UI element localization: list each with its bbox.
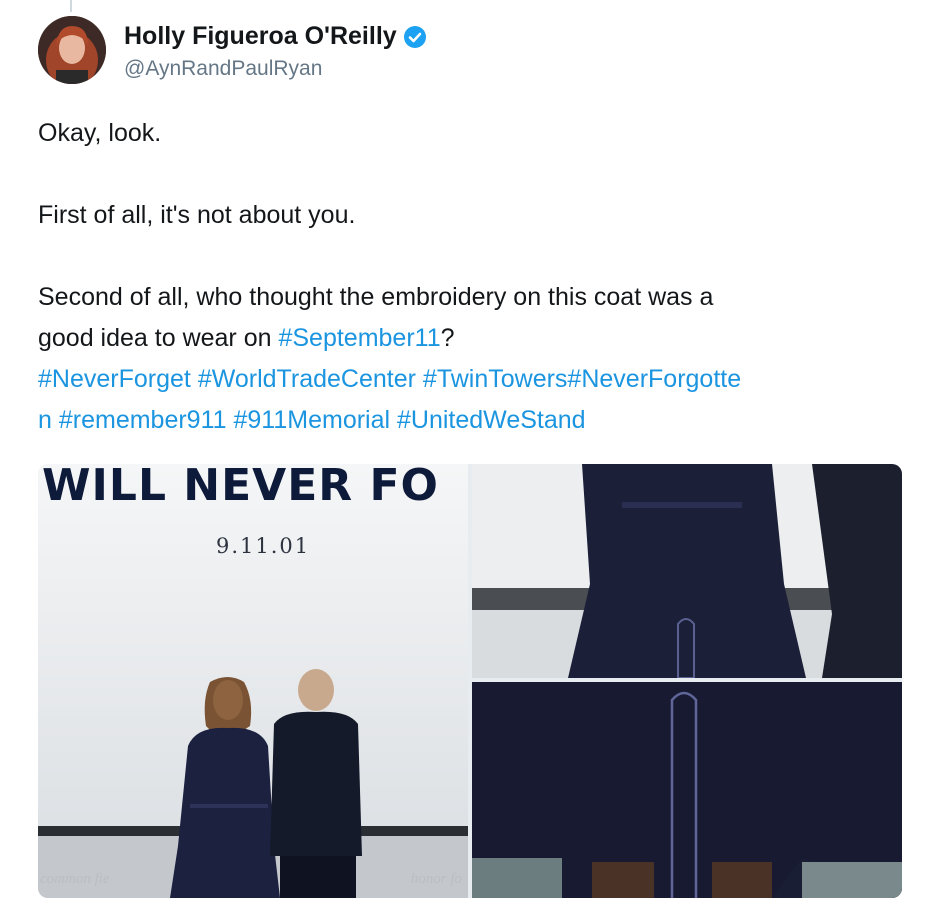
wall-inscription-left: common fie xyxy=(40,871,110,887)
tweet-paragraph-2: First of all, it's not about you. xyxy=(38,201,356,229)
author-handle[interactable]: @AynRandPaulRyan xyxy=(124,57,427,81)
question-mark: ? xyxy=(440,324,455,352)
media-photo-coat-back[interactable] xyxy=(472,464,902,678)
media-photo-coat-closeup[interactable] xyxy=(472,682,902,898)
tweet-paragraph-3: Second of all, who thought the embroider… xyxy=(38,277,898,441)
coat-back-illustration xyxy=(472,464,902,678)
verified-badge-icon xyxy=(403,25,426,48)
wall-inscription-right: honor fo xyxy=(410,871,462,887)
hashtag-link[interactable]: #911Memorial xyxy=(234,406,391,434)
media-grid: WILL NEVER FO 9.11.01 common fie honor f… xyxy=(38,464,902,898)
tweet-header: Holly Figueroa O'Reilly @AynRandPaulRyan xyxy=(38,16,888,86)
author-display-name[interactable]: Holly Figueroa O'Reilly xyxy=(124,22,397,50)
hashtag-link-continuation[interactable]: n xyxy=(38,406,52,434)
hashtag-link[interactable]: #TwinTowers xyxy=(423,365,568,393)
avatar-image xyxy=(38,16,106,84)
hashtag-link[interactable]: #WorldTradeCenter xyxy=(198,365,416,393)
hashtag-link[interactable]: #NeverForget xyxy=(38,365,191,393)
hashtag-link[interactable]: #NeverForgotte xyxy=(567,365,741,393)
tweet-paragraph-3-line-2: good idea to wear on xyxy=(38,324,279,352)
hashtag-link[interactable]: #UnitedWeStand xyxy=(397,406,586,434)
avatar[interactable] xyxy=(38,16,106,84)
tweet[interactable]: Holly Figueroa O'Reilly @AynRandPaulRyan… xyxy=(0,0,927,918)
tweet-text: Okay, look. First of all, it's not about… xyxy=(38,113,898,441)
tweet-paragraph-3-line-1: Second of all, who thought the embroider… xyxy=(38,283,714,311)
author-names: Holly Figueroa O'Reilly @AynRandPaulRyan xyxy=(124,22,427,81)
memorial-scene-illustration xyxy=(38,669,468,898)
hashtag-link[interactable]: #September11 xyxy=(278,324,440,352)
hashtag-link[interactable]: #remember911 xyxy=(59,406,227,434)
tweet-paragraph-1: Okay, look. xyxy=(38,119,162,147)
media-photo-memorial[interactable]: WILL NEVER FO 9.11.01 common fie honor f… xyxy=(38,464,468,898)
coat-closeup-illustration xyxy=(472,682,902,898)
